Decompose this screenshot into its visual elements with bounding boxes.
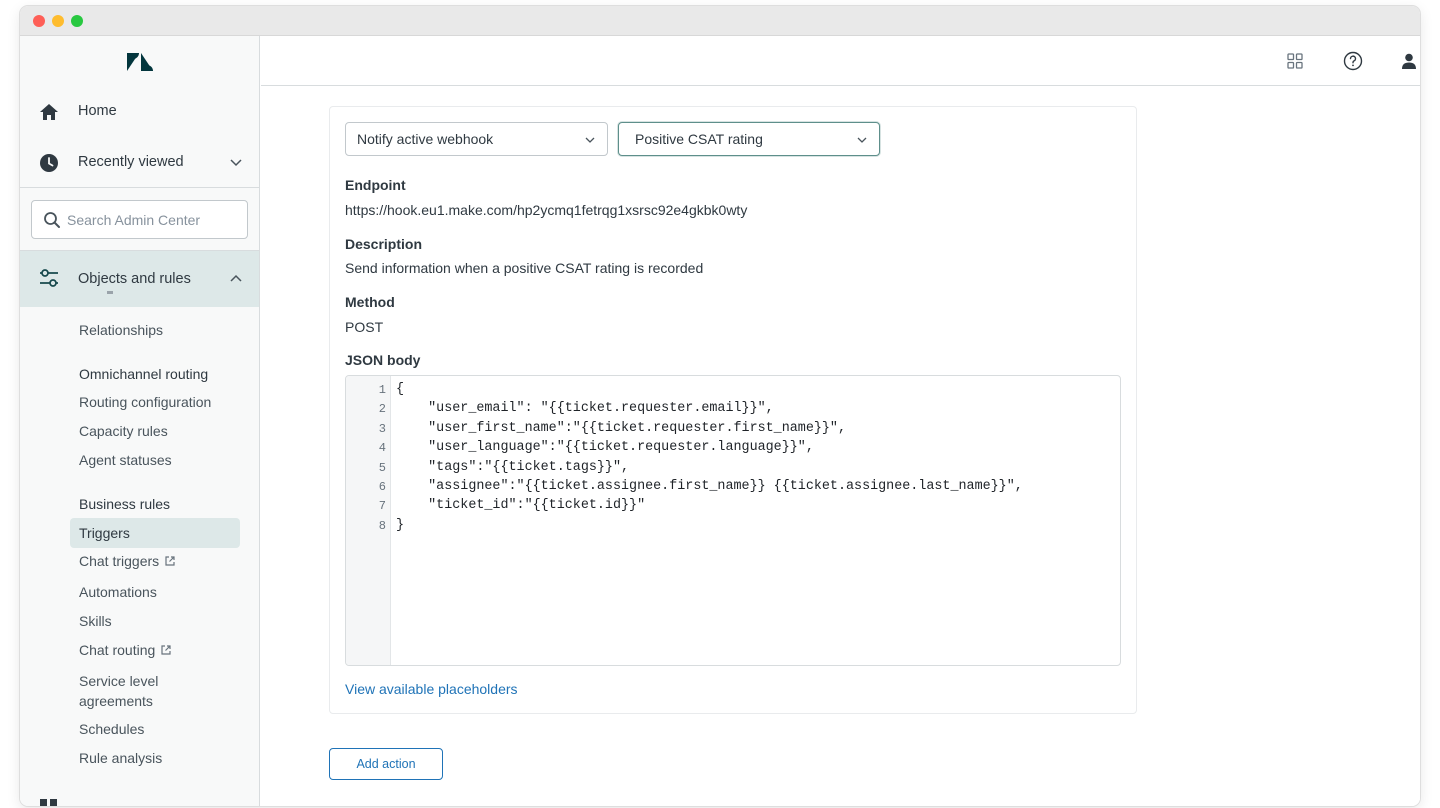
chevron-up-icon[interactable] <box>230 274 242 284</box>
main-content: Notify active webhook Positive CSAT rati… <box>261 86 1420 806</box>
maximize-window-button[interactable] <box>71 15 83 27</box>
json-body-editor[interactable]: 1 2 3 4 5 6 7 8 { "user_email": "{{ticke… <box>345 375 1121 666</box>
search-icon <box>44 212 60 228</box>
app-window: Home Recently viewed Search Admin Center… <box>20 6 1420 806</box>
sidebar-item-automations[interactable]: Automations <box>79 582 157 602</box>
scrolled-item-fragment <box>79 288 119 294</box>
top-bar <box>261 36 1420 86</box>
close-window-button[interactable] <box>33 15 45 27</box>
home-icon <box>40 104 58 120</box>
sidebar-item-skills[interactable]: Skills <box>79 611 112 631</box>
search-input[interactable] <box>67 210 239 230</box>
code-line: "user_email": "{{ticket.requester.email}… <box>396 401 774 416</box>
line-number-gutter: 1 2 3 4 5 6 7 8 <box>346 376 391 665</box>
sidebar-item-chat-triggers[interactable]: Chat triggers <box>79 551 176 571</box>
sidebar-item-agent-statuses[interactable]: Agent statuses <box>79 450 172 470</box>
sidebar-item-schedules[interactable]: Schedules <box>79 719 144 739</box>
endpoint-label: Endpoint <box>345 177 406 193</box>
external-link-icon <box>161 645 171 655</box>
json-body-label: JSON body <box>345 352 421 368</box>
code-line: "user_first_name":"{{ticket.requester.fi… <box>396 421 846 436</box>
clock-icon <box>40 154 58 172</box>
chevron-down-icon <box>585 137 595 143</box>
line-number: 6 <box>378 480 386 494</box>
sidebar-item-capacity-rules[interactable]: Capacity rules <box>79 421 168 441</box>
nav-home[interactable]: Home <box>20 87 259 135</box>
action-card: Notify active webhook Positive CSAT rati… <box>329 106 1137 714</box>
nav-recently-viewed-label: Recently viewed <box>78 154 184 170</box>
sidebar-item-sla-line1: Service level <box>79 673 159 689</box>
sidebar-divider <box>20 187 259 188</box>
description-value: Send information when a positive CSAT ra… <box>345 260 704 276</box>
code-line: } <box>396 518 405 533</box>
action-type-select[interactable]: Notify active webhook <box>345 122 608 156</box>
method-value: POST <box>345 319 384 335</box>
method-label: Method <box>345 294 395 310</box>
code-line: { <box>396 382 405 397</box>
sidebar-item-chat-routing-label: Chat routing <box>79 642 156 658</box>
sidebar-item-chat-routing[interactable]: Chat routing <box>79 640 172 660</box>
action-type-select-value: Notify active webhook <box>357 131 494 147</box>
line-number: 3 <box>378 422 386 436</box>
code-line: "user_language":"{{ticket.requester.lang… <box>396 440 814 455</box>
chevron-down-icon[interactable] <box>230 157 242 167</box>
webhook-select-value: Positive CSAT rating <box>635 131 763 147</box>
endpoint-value: https://hook.eu1.make.com/hp2ycmq1fetrqg… <box>345 202 748 218</box>
nav-objects-and-rules[interactable]: Objects and rules <box>20 251 259 307</box>
description-label: Description <box>345 236 423 252</box>
nav-home-label: Home <box>78 103 117 119</box>
code-line: "tags":"{{ticket.tags}}", <box>396 460 630 475</box>
apps-grid-icon[interactable] <box>1285 51 1305 71</box>
sidebar-item-triggers[interactable]: Triggers <box>70 518 240 548</box>
webhook-select[interactable]: Positive CSAT rating <box>618 122 880 156</box>
grid-icon-fragment <box>40 799 58 806</box>
zendesk-logo-icon[interactable] <box>126 52 154 72</box>
line-number: 1 <box>378 383 386 397</box>
sidebar: Home Recently viewed Search Admin Center… <box>20 36 260 806</box>
line-number: 4 <box>378 441 386 455</box>
code-line: "assignee":"{{ticket.assignee.first_name… <box>396 479 1023 494</box>
view-placeholders-link[interactable]: View available placeholders <box>345 681 518 697</box>
external-link-icon <box>165 556 175 566</box>
sidebar-item-chat-triggers-label: Chat triggers <box>79 553 160 569</box>
minimize-window-button[interactable] <box>52 15 64 27</box>
sidebar-item-sla-line2: agreements <box>79 693 153 709</box>
search-field[interactable] <box>31 200 248 239</box>
chevron-down-icon <box>857 137 867 143</box>
help-circle-icon[interactable] <box>1343 51 1363 71</box>
code-line: "ticket_id":"{{ticket.id}}" <box>396 498 646 513</box>
user-icon[interactable] <box>1399 51 1419 71</box>
sidebar-item-sla[interactable]: Service level agreements <box>79 671 158 711</box>
sidebar-item-relationships[interactable]: Relationships <box>79 320 163 340</box>
line-number: 2 <box>378 402 386 416</box>
add-action-button[interactable]: Add action <box>329 748 443 780</box>
sidebar-item-routing-configuration[interactable]: Routing configuration <box>79 392 211 412</box>
nav-objects-and-rules-label: Objects and rules <box>78 271 191 287</box>
sidebar-heading-business-rules: Business rules <box>79 496 171 512</box>
sliders-icon <box>40 269 58 287</box>
sidebar-heading-omnichannel: Omnichannel routing <box>79 366 209 382</box>
line-number: 8 <box>378 519 386 533</box>
sidebar-item-rule-analysis[interactable]: Rule analysis <box>79 748 162 768</box>
line-number: 5 <box>378 461 386 475</box>
window-titlebar <box>20 6 1420 36</box>
line-number: 7 <box>378 499 386 513</box>
nav-recently-viewed[interactable]: Recently viewed <box>20 138 259 186</box>
